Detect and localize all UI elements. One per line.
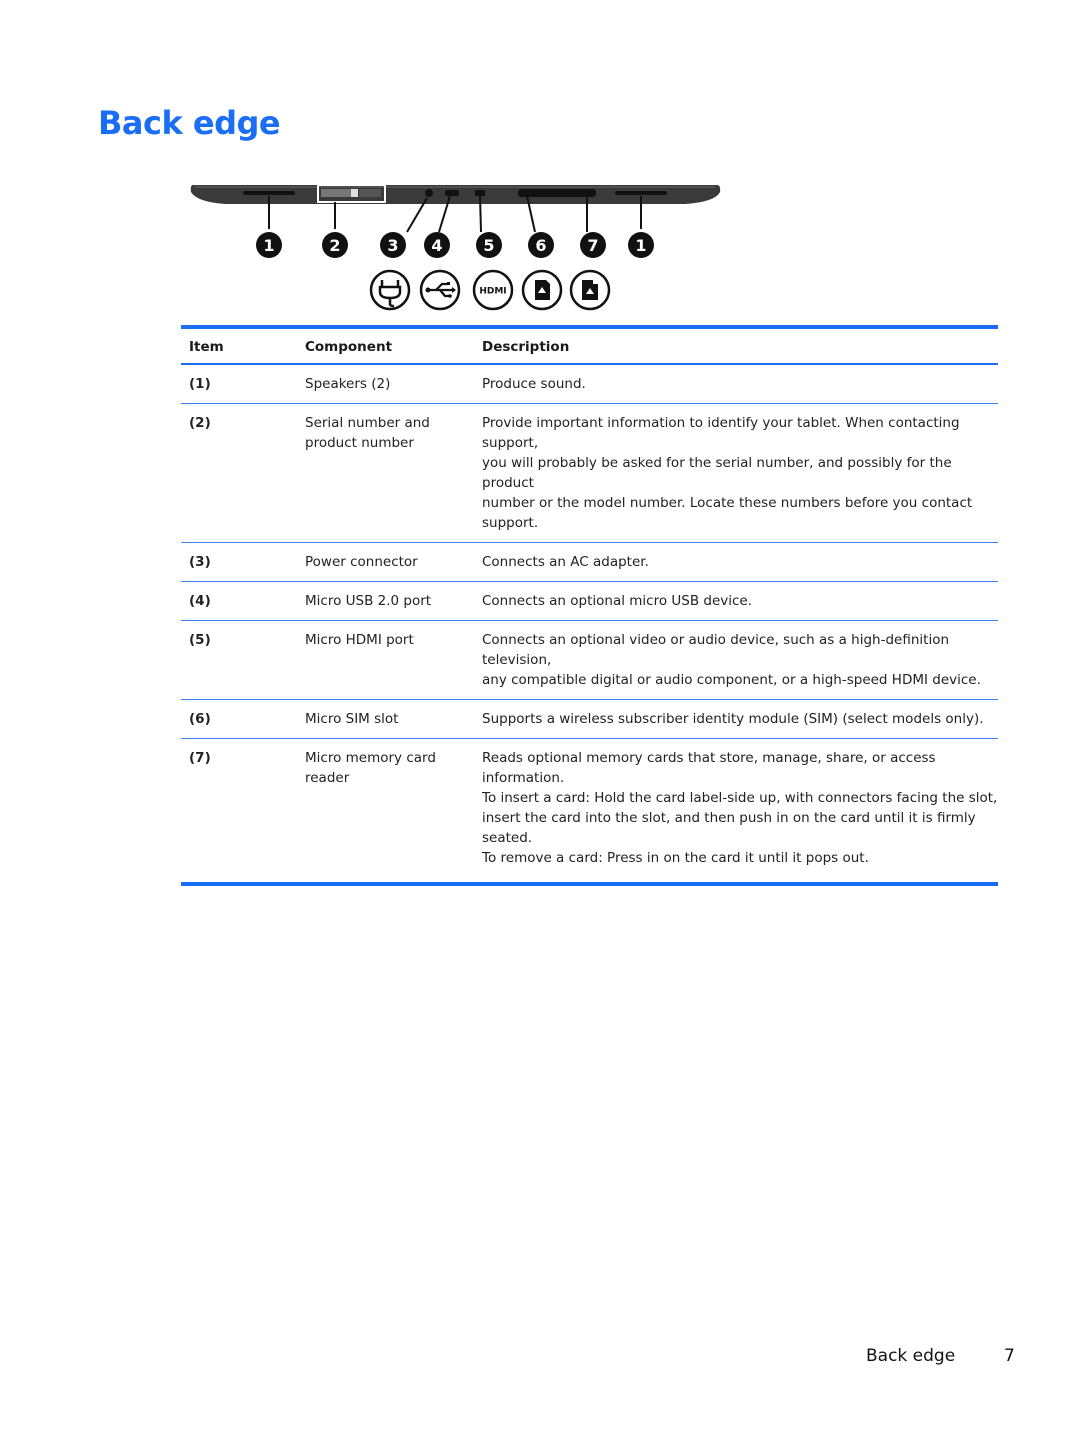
tablet-back-edge-illustration: 1 2 3 4 5 6 7 1 HDMI [185, 180, 725, 315]
component-description: Connects an optional video or audio devi… [482, 620, 998, 700]
header-component: Component [305, 327, 482, 365]
micro-usb-port [445, 190, 459, 196]
power-plug-icon [369, 269, 411, 311]
component-description: Supports a wireless subscriber identity … [482, 699, 998, 739]
callout-7: 7 [580, 232, 606, 258]
speaker-right [615, 191, 667, 195]
header-item: Item [181, 327, 305, 365]
component-description: Connects an optional micro USB device. [482, 581, 998, 621]
hdmi-icon: HDMI [472, 269, 514, 311]
table-row: (1) Speakers (2) Produce sound. [181, 364, 998, 404]
svg-text:4: 4 [431, 236, 442, 255]
table-row: (6) Micro SIM slot Supports a wireless s… [181, 699, 998, 739]
component-description: Produce sound. [482, 364, 998, 404]
table-row: (3) Power connector Connects an AC adapt… [181, 542, 998, 582]
component-description: Reads optional memory cards that store, … [482, 750, 998, 866]
callout-4: 4 [424, 232, 450, 258]
memory-card-icon [569, 269, 611, 311]
component-name: Speakers (2) [305, 364, 482, 404]
component-name: Serial number and product number [305, 403, 482, 543]
item-number: (7) [189, 750, 211, 766]
item-number: (4) [181, 581, 305, 621]
component-name: Micro SIM slot [305, 699, 482, 739]
callout-5: 5 [476, 232, 502, 258]
item-number: (6) [181, 699, 305, 739]
svg-text:6: 6 [535, 236, 546, 255]
item-number: (2) [181, 403, 305, 543]
page-footer: Back edge 7 [866, 1346, 1015, 1366]
power-connector [425, 189, 433, 197]
callout-1: 1 [628, 232, 654, 258]
components-table: Item Component Description (1) Speakers … [181, 325, 998, 886]
component-name: Micro HDMI port [305, 620, 482, 700]
item-number: (5) [181, 620, 305, 700]
component-description: Connects an AC adapter. [482, 542, 998, 582]
svg-text:5: 5 [483, 236, 494, 255]
callout-2: 2 [322, 232, 348, 258]
svg-text:7: 7 [587, 236, 598, 255]
item-number: (3) [181, 542, 305, 582]
page-number: 7 [1004, 1346, 1015, 1366]
svg-text:3: 3 [387, 236, 398, 255]
page-title: Back edge [98, 104, 281, 142]
component-name: Micro memory card reader [305, 750, 436, 786]
item-number: (1) [181, 364, 305, 404]
component-description: Provide important information to identif… [482, 403, 998, 543]
table-row: (4) Micro USB 2.0 port Connects an optio… [181, 581, 998, 621]
footer-section-title: Back edge [866, 1346, 956, 1366]
svg-text:1: 1 [635, 236, 646, 255]
table-header-row: Item Component Description [181, 327, 998, 365]
header-description: Description [482, 327, 998, 365]
callout-1: 1 [256, 232, 282, 258]
usb-icon [419, 269, 461, 311]
component-name: Micro USB 2.0 port [305, 581, 482, 621]
speaker-left [243, 191, 295, 195]
table-row: (2) Serial number and product number Pro… [181, 403, 998, 543]
table-row: (5) Micro HDMI port Connects an optional… [181, 620, 998, 700]
svg-text:HDMI: HDMI [479, 287, 506, 297]
component-name: Power connector [305, 542, 482, 582]
table-row: (7) Micro memory card reader Reads optio… [181, 739, 998, 885]
callout-3: 3 [380, 232, 406, 258]
sim-card-icon [521, 269, 563, 311]
svg-text:1: 1 [263, 236, 274, 255]
sim-and-card-slots [518, 189, 596, 197]
micro-hdmi-port [475, 190, 485, 196]
svg-text:2: 2 [329, 236, 340, 255]
callout-6: 6 [528, 232, 554, 258]
